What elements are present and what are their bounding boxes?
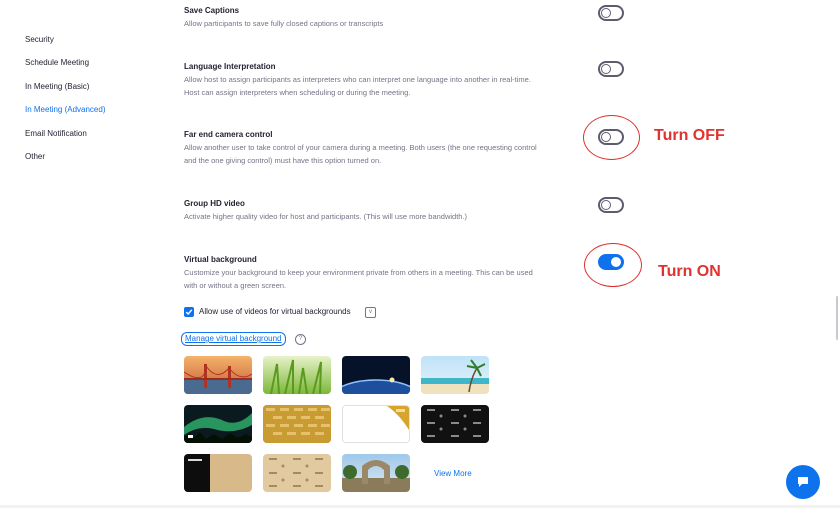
background-thumb-campus-arch[interactable] <box>342 454 410 492</box>
description-line: Allow another user to take control of yo… <box>184 143 537 152</box>
manage-virtual-background-link[interactable]: Manage virtual background <box>181 332 286 346</box>
background-thumb-earth[interactable] <box>342 356 410 394</box>
save-captions-toggle[interactable] <box>598 5 624 21</box>
setting-title: Group HD video <box>184 199 245 208</box>
toggle-knob <box>601 64 611 74</box>
description-line: with or without a green screen. <box>184 280 287 290</box>
background-thumb-golden-gate[interactable] <box>184 356 252 394</box>
allow-videos-label: Allow use of videos for virtual backgrou… <box>199 307 351 316</box>
background-thumb-black-pattern[interactable] <box>421 405 489 443</box>
group-hd-video-toggle[interactable] <box>598 197 624 213</box>
setting-title: Virtual background <box>184 255 257 264</box>
description-line: Host can assign interpreters when schedu… <box>184 87 411 97</box>
chat-bubble-icon <box>798 477 808 487</box>
setting-save-captions: Save Captions Allow participants to save… <box>184 5 594 31</box>
language-interpretation-toggle[interactable] <box>598 61 624 77</box>
settings-sidebar: Security Schedule Meeting In Meeting (Ba… <box>0 0 170 508</box>
setting-description: Activate higher quality video for host a… <box>184 212 468 221</box>
background-thumb-grass[interactable] <box>263 356 331 394</box>
help-circle-icon[interactable]: ? <box>295 334 306 345</box>
allow-videos-checkbox[interactable] <box>184 307 194 317</box>
sidebar-item-email-notification[interactable]: Email Notification <box>25 129 87 138</box>
annotation-turn-off: Turn OFF <box>654 127 725 144</box>
sidebar-item-in-meeting-basic[interactable]: In Meeting (Basic) <box>25 82 89 91</box>
toggle-knob <box>601 200 611 210</box>
sidebar-item-other[interactable]: Other <box>25 152 45 161</box>
background-thumb-gold-pattern[interactable] <box>263 405 331 443</box>
sidebar-item-in-meeting-advanced[interactable]: In Meeting (Advanced) <box>25 105 106 114</box>
setting-far-end-camera-control: Far end camera control Allow another use… <box>184 129 594 167</box>
annotation-circle-off <box>583 115 640 160</box>
setting-group-hd-video: Group HD video Activate higher quality v… <box>184 198 594 224</box>
setting-description: Allow another user to take control of yo… <box>184 142 594 167</box>
sidebar-item-security[interactable]: Security <box>25 35 54 44</box>
setting-language-interpretation: Language Interpretation Allow host to as… <box>184 61 594 99</box>
setting-description: Allow host to assign participants as int… <box>184 74 594 99</box>
setting-virtual-background: Virtual background Customize your backgr… <box>184 254 594 292</box>
description-line: Customize your background to keep your e… <box>184 268 533 277</box>
background-thumb-black-tan[interactable] <box>184 454 252 492</box>
setting-title: Save Captions <box>184 6 240 15</box>
background-thumb-tan-pattern[interactable] <box>263 454 331 492</box>
setting-description: Customize your background to keep your e… <box>184 267 594 292</box>
background-thumb-beach[interactable] <box>421 356 489 394</box>
info-icon[interactable]: v <box>365 307 376 318</box>
setting-title: Language Interpretation <box>184 62 276 71</box>
setting-description: Allow participants to save fully closed … <box>184 19 384 28</box>
background-thumb-aurora[interactable] <box>184 405 252 443</box>
view-more-link[interactable]: View More <box>434 469 472 478</box>
annotation-circle-on <box>584 243 642 287</box>
annotation-turn-on: Turn ON <box>658 263 721 280</box>
background-thumb-white-gold[interactable] <box>342 405 410 443</box>
description-line: and the one giving control) must have th… <box>184 155 382 165</box>
chat-button[interactable] <box>786 465 820 499</box>
toggle-knob <box>601 8 611 18</box>
description-line: Allow host to assign participants as int… <box>184 75 531 84</box>
setting-title: Far end camera control <box>184 130 273 139</box>
sidebar-item-schedule-meeting[interactable]: Schedule Meeting <box>25 58 89 67</box>
scrollbar-thumb[interactable] <box>836 296 838 340</box>
checkmark-icon <box>185 309 193 316</box>
